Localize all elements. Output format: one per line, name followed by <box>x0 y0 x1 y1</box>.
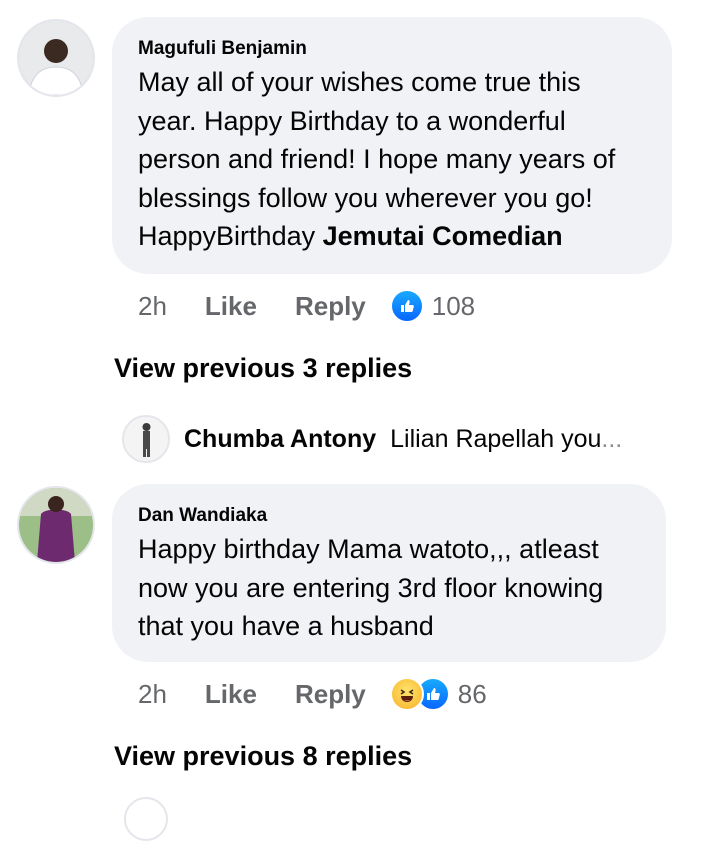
reaction-count: 86 <box>457 678 487 709</box>
reactions-summary[interactable]: 86 <box>389 677 487 711</box>
comment-timestamp[interactable]: 2h <box>138 291 167 322</box>
avatar-dan-wandiaka[interactable] <box>17 486 95 564</box>
comment-actions: 2h Like Reply 86 <box>138 677 487 711</box>
like-icon <box>389 289 424 323</box>
reply-snippet-text: Lilian Rapellah you <box>390 424 602 453</box>
reply-preview[interactable]: Chumba Antony Lilian Rapellah you... <box>122 415 622 463</box>
profile-photo-icon <box>124 417 168 461</box>
like-button[interactable]: Like <box>205 679 257 710</box>
avatar-magufuli-benjamin[interactable] <box>17 19 95 97</box>
haha-icon <box>389 677 424 711</box>
avatar-chumba-antony[interactable] <box>122 415 170 463</box>
reply-button[interactable]: Reply <box>295 291 366 322</box>
comment-author[interactable]: Dan Wandiaka <box>138 505 640 527</box>
reply-snippet-ellipsis: ... <box>601 424 623 453</box>
comment-bubble: Magufuli Benjamin May all of your wishes… <box>112 17 672 274</box>
view-previous-replies-link[interactable]: View previous 3 replies <box>114 353 412 384</box>
comment-text: Happy birthday Mama watoto,,, atleast no… <box>138 534 604 641</box>
reply-author[interactable]: Chumba Antony <box>184 425 376 454</box>
comment-text: May all of your wishes come true this ye… <box>138 63 646 256</box>
comment-bubble: Dan Wandiaka Happy birthday Mama watoto,… <box>112 484 666 662</box>
view-previous-replies-link[interactable]: View previous 8 replies <box>114 741 412 772</box>
profile-photo-icon <box>19 21 93 95</box>
comment-author[interactable]: Magufuli Benjamin <box>138 38 646 60</box>
mention-link[interactable]: Jemutai Comedian <box>323 221 563 251</box>
reactions-summary[interactable]: 108 <box>389 289 476 323</box>
reply-button[interactable]: Reply <box>295 679 366 710</box>
next-avatar-partial <box>124 797 168 841</box>
comment-actions: 2h Like Reply 108 <box>138 289 475 323</box>
profile-photo-icon <box>19 488 93 562</box>
comment-timestamp[interactable]: 2h <box>138 679 167 710</box>
reply-snippet: Lilian Rapellah you... <box>390 425 622 454</box>
reaction-count: 108 <box>431 290 476 321</box>
like-button[interactable]: Like <box>205 291 257 322</box>
